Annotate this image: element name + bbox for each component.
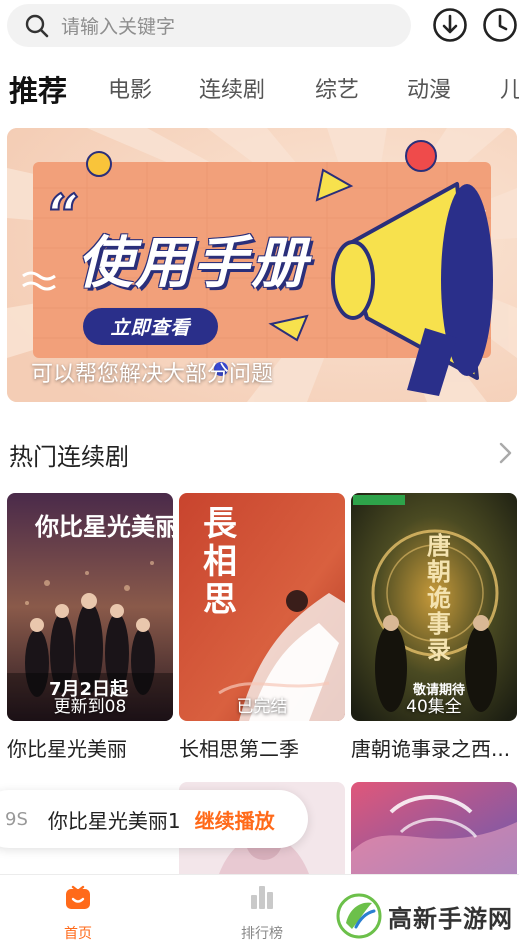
drama-card[interactable]: 你比星光美丽 7月2日起 更新到08 你比星光美丽 <box>7 493 173 762</box>
nav-ranking-label: 排行榜 <box>241 926 283 942</box>
banner-title: 使用手册 <box>77 231 309 296</box>
continue-title: 你比星光美丽1 <box>47 808 181 833</box>
tab-recommend[interactable]: 推荐 <box>9 68 67 110</box>
search-icon <box>25 14 49 38</box>
nav-home[interactable]: 首页 <box>28 875 128 942</box>
category-tabs: 推荐 电影 连续剧 综艺 动漫 儿 <box>0 60 519 116</box>
episode-badge: 更新到08 <box>53 697 127 717</box>
poster-title: 你比星光美丽 <box>35 513 173 541</box>
status-badge: 已完结 <box>236 697 288 717</box>
section-title: 热门连续剧 <box>9 443 129 471</box>
tab-variety[interactable]: 综艺 <box>315 72 359 104</box>
search-placeholder: 请输入关键字 <box>61 16 176 38</box>
banner-carousel[interactable]: “ 使用手册 立即查看 可以帮您解决大部分问题 <box>7 128 517 402</box>
nav-ranking[interactable]: 排行榜 <box>212 875 312 942</box>
continue-episode: 9S <box>5 808 28 830</box>
home-icon <box>64 883 92 911</box>
card-title: 你比星光美丽 <box>7 737 127 761</box>
download-icon[interactable] <box>432 7 468 43</box>
continue-play-button[interactable]: 继续播放 <box>195 805 275 834</box>
watermark-text: 高新手游网 <box>388 904 513 933</box>
poster-image <box>351 782 517 874</box>
poster-image: 唐朝诡事录 敬请期待 40集全 <box>351 493 517 721</box>
poster-image: 你比星光美丽 7月2日起 更新到08 <box>7 493 173 721</box>
watermark-logo-icon <box>336 893 382 939</box>
watermark: 高新手游网 <box>336 890 516 942</box>
ranking-icon <box>248 883 276 911</box>
banner-view-button[interactable]: 立即查看 <box>83 308 218 345</box>
tab-series[interactable]: 连续剧 <box>199 72 265 104</box>
tab-movie[interactable]: 电影 <box>108 72 152 104</box>
svg-text:“: “ <box>47 182 80 250</box>
poster-title: 長相思 <box>203 504 237 620</box>
chevron-right-icon[interactable] <box>495 441 515 465</box>
tab-kids[interactable]: 儿 <box>500 72 519 104</box>
poster-title: 唐朝诡事录 <box>427 531 451 664</box>
nav-home-label: 首页 <box>64 926 92 942</box>
drama-card-partial[interactable] <box>351 782 517 874</box>
history-icon[interactable] <box>482 7 518 43</box>
search-bar[interactable]: 请输入关键字 <box>7 4 411 47</box>
drama-card[interactable]: 唐朝诡事录 敬请期待 40集全 唐朝诡事录之西... <box>351 493 517 762</box>
episode-badge: 40集全 <box>406 697 462 717</box>
card-title: 唐朝诡事录之西... <box>351 737 511 761</box>
poster-image: 長相思 已完结 <box>179 493 345 721</box>
banner-caption: 可以帮您解决大部分问题 <box>31 362 274 387</box>
drama-card[interactable]: 長相思 已完结 长相思第二季 <box>179 493 345 762</box>
card-title: 长相思第二季 <box>179 737 299 761</box>
continue-playing-bar[interactable]: 9S 你比星光美丽1 继续播放 <box>0 790 308 848</box>
tab-anime[interactable]: 动漫 <box>407 72 451 104</box>
